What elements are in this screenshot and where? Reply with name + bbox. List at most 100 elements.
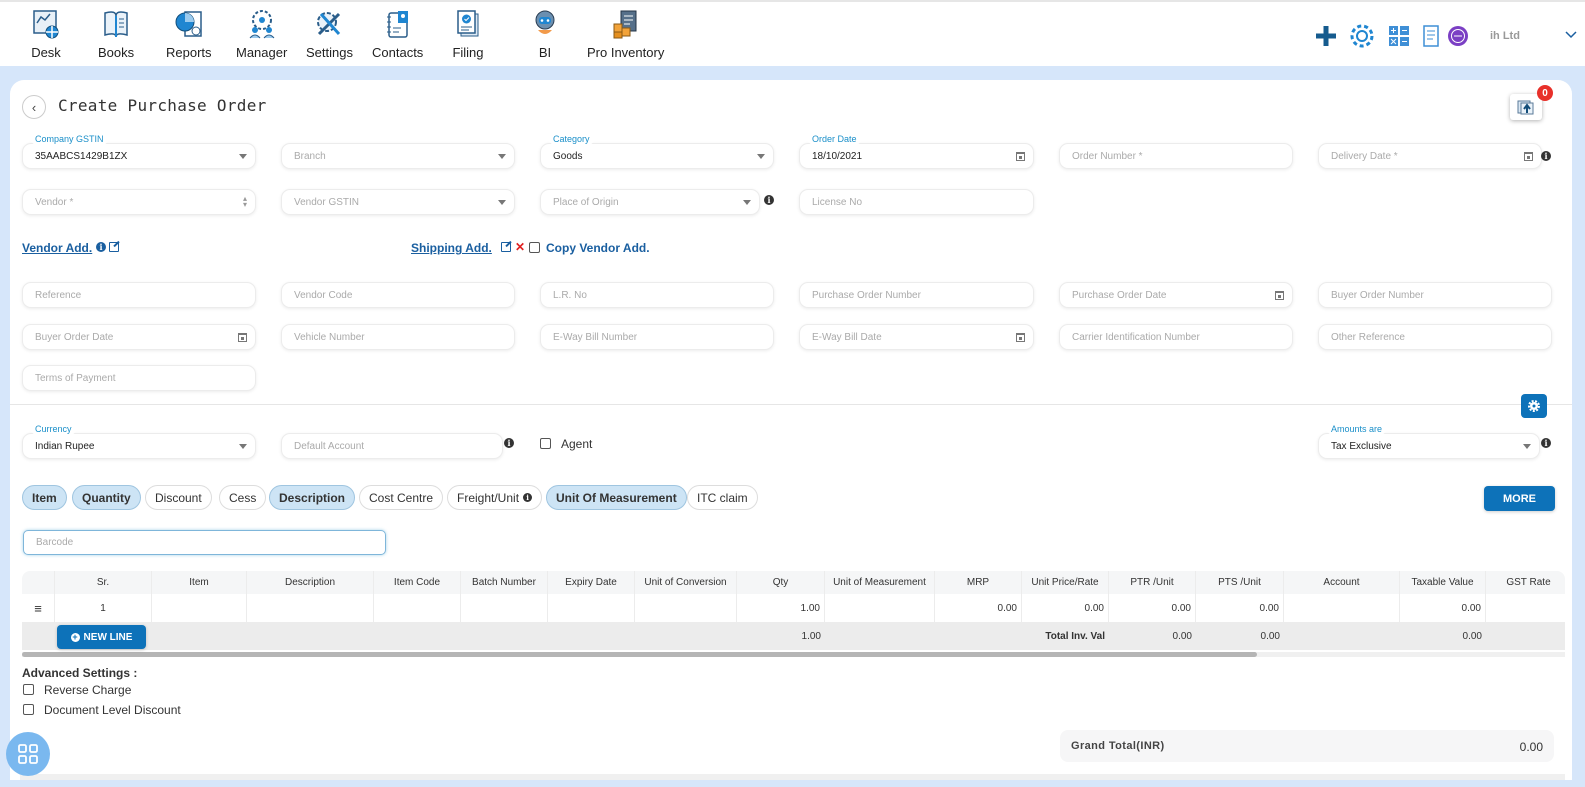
copy-vendor-address-checkbox[interactable] <box>529 242 540 253</box>
table-cell[interactable]: 1.00 <box>737 594 825 622</box>
scrollbar-thumb[interactable] <box>22 652 1257 657</box>
calendar-icon[interactable] <box>1275 291 1284 300</box>
table-cell[interactable] <box>374 594 461 622</box>
edit-icon[interactable] <box>109 242 119 252</box>
delivery-date-input[interactable]: Delivery Date * <box>1318 143 1542 169</box>
chip-unit-of-measurement[interactable]: Unit Of Measurement <box>546 485 687 510</box>
calendar-icon[interactable] <box>1524 152 1533 161</box>
document-level-discount-label[interactable]: Document Level Discount <box>44 703 181 717</box>
close-icon[interactable]: ✕ <box>515 240 525 254</box>
eway-bill-number-input[interactable]: E-Way Bill Number <box>540 324 774 350</box>
table-cell[interactable] <box>825 594 935 622</box>
table-cell[interactable] <box>548 594 635 622</box>
chip-discount[interactable]: Discount <box>145 485 212 510</box>
amounts-are-select[interactable]: Amounts are Tax Exclusive <box>1318 423 1540 459</box>
edit-icon[interactable] <box>501 242 511 252</box>
chip-cess[interactable]: Cess <box>219 485 267 510</box>
table-cell[interactable]: 0.00 <box>1109 594 1196 622</box>
category-select[interactable]: Category Goods <box>540 133 774 169</box>
order-number-input[interactable]: Order Number * <box>1059 143 1293 169</box>
reference-placeholder: Reference <box>35 289 82 301</box>
terms-of-payment-input[interactable]: Terms of Payment <box>22 365 256 391</box>
buyer-order-number-input[interactable]: Buyer Order Number <box>1318 282 1552 308</box>
currency-value: Indian Rupee <box>35 440 95 452</box>
chip-itc-claim[interactable]: ITC claim <box>687 485 758 510</box>
calendar-icon[interactable] <box>238 333 247 342</box>
reverse-charge-label[interactable]: Reverse Charge <box>44 683 131 697</box>
chevron-down-icon[interactable] <box>1564 28 1578 42</box>
purchase-order-number-input[interactable]: Purchase Order Number <box>799 282 1034 308</box>
info-icon[interactable]: i <box>1541 151 1551 161</box>
apps-menu-button[interactable] <box>6 732 50 776</box>
company-gstin-select[interactable]: Company GSTIN 35AABCS1429B1ZX <box>22 133 256 169</box>
caret-down-icon <box>239 154 247 159</box>
lr-no-input[interactable]: L.R. No <box>540 282 774 308</box>
calendar-icon[interactable] <box>1016 333 1025 342</box>
barcode-input[interactable]: Barcode <box>23 530 386 555</box>
reverse-charge-checkbox[interactable] <box>23 684 34 695</box>
eway-bill-date-input[interactable]: E-Way Bill Date <box>799 324 1034 350</box>
calculator-icon[interactable] <box>1385 22 1413 50</box>
calendar-icon[interactable] <box>1016 152 1025 161</box>
back-button[interactable]: ‹ <box>22 95 46 119</box>
table-cell[interactable] <box>461 594 548 622</box>
table-cell[interactable] <box>635 594 737 622</box>
caret-down-icon <box>757 154 765 159</box>
chip-description[interactable]: Description <box>269 485 356 510</box>
purchase-order-date-input[interactable]: Purchase Order Date <box>1059 282 1293 308</box>
currency-select[interactable]: Currency Indian Rupee <box>22 423 256 459</box>
order-date-input[interactable]: Order Date 18/10/2021 <box>799 133 1034 169</box>
document-level-discount-checkbox[interactable] <box>23 704 34 715</box>
agent-checkbox[interactable] <box>540 438 551 449</box>
upload-button[interactable] <box>1510 94 1542 120</box>
more-button[interactable]: MORE <box>1484 486 1555 511</box>
table-cell[interactable] <box>247 594 374 622</box>
table-cell[interactable] <box>1486 594 1565 622</box>
gear-icon[interactable] <box>1348 22 1376 50</box>
other-reference-input[interactable]: Other Reference <box>1318 324 1552 350</box>
reference-input[interactable]: Reference <box>22 282 256 308</box>
document-icon[interactable] <box>1417 22 1445 50</box>
add-icon[interactable] <box>1312 22 1340 50</box>
carrier-id-input[interactable]: Carrier Identification Number <box>1059 324 1293 350</box>
vehicle-number-input[interactable]: Vehicle Number <box>281 324 515 350</box>
place-of-origin-select[interactable]: Place of Origin <box>540 189 760 215</box>
vendor-select[interactable]: Vendor * ▴ ▾ <box>22 189 256 215</box>
info-icon[interactable]: i <box>96 242 106 252</box>
table-cell[interactable]: 0.00 <box>1400 594 1486 622</box>
license-no-input[interactable]: License No <box>799 189 1034 215</box>
copy-vendor-address-label[interactable]: Copy Vendor Add. <box>546 241 650 255</box>
table-cell[interactable]: 1 <box>55 594 152 622</box>
new-line-button[interactable]: + NEW LINE <box>57 625 146 649</box>
shipping-address-link[interactable]: Shipping Add. <box>411 241 492 255</box>
table-cell[interactable]: 0.00 <box>1022 594 1109 622</box>
default-account-input[interactable]: Default Account <box>281 433 503 459</box>
table-cell[interactable] <box>152 594 247 622</box>
info-icon[interactable]: i <box>1541 438 1551 448</box>
vendor-gstin-select[interactable]: Vendor GSTIN <box>281 189 515 215</box>
chip-item[interactable]: Item <box>22 485 67 510</box>
chip-label: Unit Of Measurement <box>556 490 677 505</box>
category-label: Category <box>549 133 594 145</box>
vendor-address-link[interactable]: Vendor Add. <box>22 241 92 255</box>
footer-cell <box>1284 622 1400 650</box>
horizontal-scrollbar[interactable] <box>22 652 1565 657</box>
table-cell[interactable]: 0.00 <box>1196 594 1284 622</box>
vendor-code-input[interactable]: Vendor Code <box>281 282 515 308</box>
table-cell[interactable] <box>1284 594 1400 622</box>
info-icon[interactable]: i <box>764 195 774 205</box>
branch-select[interactable]: Branch <box>281 143 515 169</box>
company-name[interactable]: ih Ltd <box>1490 30 1520 42</box>
drag-handle-icon[interactable]: ≡ <box>22 594 55 622</box>
agent-label[interactable]: Agent <box>561 437 592 451</box>
info-icon[interactable]: i <box>504 438 514 448</box>
chip-cost-centre[interactable]: Cost Centre <box>359 485 444 510</box>
chip-freight-unit[interactable]: Freight/Unit i <box>447 485 543 510</box>
table-cell[interactable]: 0.00 <box>935 594 1022 622</box>
new-badge-icon[interactable] <box>1444 22 1472 50</box>
chip-quantity[interactable]: Quantity <box>72 485 141 510</box>
buyer-order-date-input[interactable]: Buyer Order Date <box>22 324 256 350</box>
column-settings-button[interactable] <box>1521 394 1547 418</box>
table-header: Sr. Item Description Item Code Batch Number E… <box>22 571 1565 594</box>
table-row[interactable]: ≡ 1 1.00 0.00 0.00 0.00 0.00 0.00 <box>22 594 1565 622</box>
